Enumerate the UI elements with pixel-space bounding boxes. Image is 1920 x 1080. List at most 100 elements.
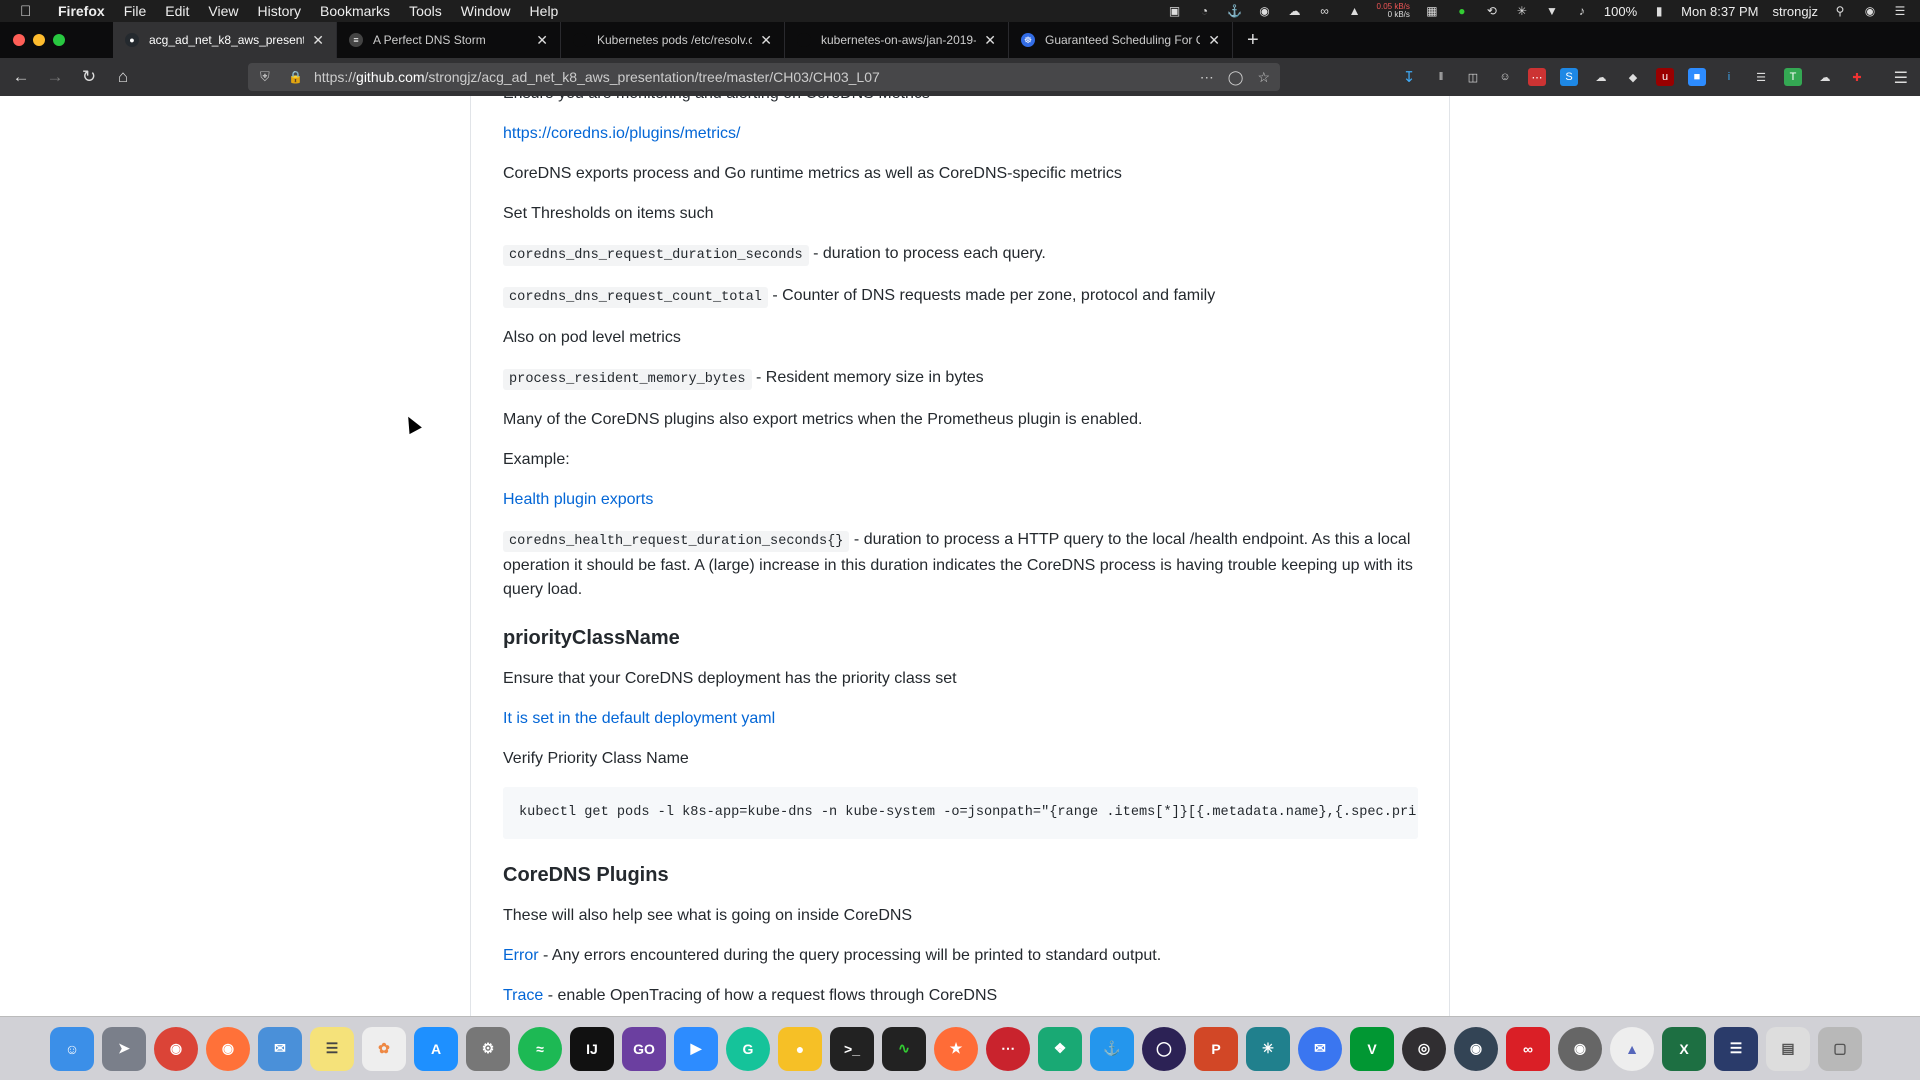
close-tab-icon[interactable]: ✕ (312, 32, 324, 49)
time-machine-icon[interactable]: ⟲ (1484, 4, 1500, 18)
link-coredns-metrics[interactable]: https://coredns.io/plugins/metrics/ (503, 125, 740, 142)
close-tab-icon[interactable]: ✕ (536, 32, 548, 49)
volume-icon[interactable]: ♪ (1574, 4, 1590, 18)
vim-icon[interactable]: V (1350, 1026, 1394, 1071)
menu-history[interactable]: History (257, 3, 301, 19)
photos-icon[interactable]: ✿ (362, 1026, 406, 1071)
minimize-window-button[interactable] (33, 34, 45, 46)
menubar-clock[interactable]: Mon 8:37 PM (1681, 4, 1758, 19)
close-window-button[interactable] (13, 34, 25, 46)
cat-icon[interactable]: ▲ (1347, 4, 1363, 18)
tracking-protection-icon[interactable]: ⛨ (260, 69, 276, 85)
glasses-icon[interactable]: ∞ (1317, 4, 1333, 18)
tab-perfect-dns-storm[interactable]: ≡ A Perfect DNS Storm ✕ (337, 22, 561, 58)
tab-guaranteed-scheduling[interactable]: ☸ Guaranteed Scheduling For Cri ✕ (1009, 22, 1233, 58)
skype-extension-icon[interactable]: S (1560, 68, 1578, 86)
chrome-icon[interactable]: ◉ (154, 1026, 198, 1071)
omnifocus-icon[interactable]: ⋯ (986, 1026, 1030, 1071)
screenflow-icon[interactable]: ☰ (1714, 1026, 1758, 1071)
downloads-stack-icon[interactable]: ▤ (1766, 1026, 1810, 1071)
firefox-icon[interactable]: ◉ (206, 1026, 250, 1071)
menu-help[interactable]: Help (530, 3, 559, 19)
menu-view[interactable]: View (208, 3, 238, 19)
activity-monitor-icon[interactable]: ∿ (882, 1026, 926, 1071)
link-default-deployment[interactable]: It is set in the default deployment yaml (503, 710, 775, 727)
postman-icon[interactable]: ★ (934, 1026, 978, 1071)
plus-extension-icon[interactable]: ✚ (1848, 68, 1866, 86)
bookmark-star-icon[interactable]: ☆ (1257, 69, 1270, 86)
account-icon[interactable]: ☺ (1496, 68, 1514, 86)
new-tab-button[interactable]: + (1247, 29, 1259, 52)
columns-extension-icon[interactable]: ☰ (1752, 68, 1770, 86)
zoom-extension-icon[interactable]: ■ (1688, 68, 1706, 86)
pixelmator-icon[interactable]: ◉ (1558, 1026, 1602, 1071)
link-trace-plugin[interactable]: Trace (503, 987, 543, 1004)
green-dot-icon[interactable]: ● (1454, 4, 1470, 18)
close-tab-icon[interactable]: ✕ (760, 32, 772, 49)
trash-icon[interactable]: ▢ (1818, 1026, 1862, 1071)
forward-button[interactable]: → (38, 62, 72, 92)
cloud-extension-icon[interactable]: ☁ (1816, 68, 1834, 86)
battery-percent[interactable]: 100% (1604, 4, 1637, 19)
goland-icon[interactable]: GO (622, 1026, 666, 1071)
spotlight-search-icon[interactable]: ⚲ (1832, 4, 1848, 18)
obs-icon[interactable]: ◎ (1402, 1026, 1446, 1071)
menu-tools[interactable]: Tools (409, 3, 442, 19)
code-block-kubectl[interactable]: kubectl get pods -l k8s-app=kube-dns -n … (503, 787, 1418, 839)
lock-icon[interactable]: 🔒 (288, 70, 303, 84)
eclipse-icon[interactable]: ◯ (1142, 1026, 1186, 1071)
hamburger-menu-icon[interactable]: ☰ (1894, 68, 1908, 88)
clock-app-icon[interactable]: ◔ (1197, 4, 1213, 18)
link-health-plugin[interactable]: Health plugin exports (503, 491, 653, 508)
bluetooth-icon[interactable]: ✳ (1514, 4, 1530, 18)
evernote-icon[interactable]: ◉ (1257, 4, 1273, 18)
back-button[interactable]: ← (4, 62, 38, 92)
proton-vpn-icon[interactable]: ▲ (1610, 1026, 1654, 1071)
signal-icon[interactable]: ✉ (1298, 1026, 1342, 1071)
stats-icon[interactable]: ▦ (1424, 4, 1440, 18)
tunnelblick-icon[interactable]: ◉ (1454, 1026, 1498, 1071)
terminal-icon[interactable]: >_ (830, 1026, 874, 1071)
cloud-icon[interactable]: ☁ (1287, 4, 1303, 18)
library-icon[interactable]: ‖ (1432, 68, 1450, 86)
menu-window[interactable]: Window (461, 3, 511, 19)
tab-github-presentation[interactable]: ● acg_ad_net_k8_aws_presentatio ✕ (113, 22, 337, 58)
pocket-icon[interactable]: ◯ (1228, 69, 1244, 86)
tab-kubernetes-on-aws[interactable]: kubernetes-on-aws/jan-2019-d ✕ (785, 22, 1009, 58)
wifi-icon[interactable]: ▼ (1544, 4, 1560, 18)
link-error-plugin[interactable]: Error (503, 947, 539, 964)
keep-icon[interactable]: ● (778, 1026, 822, 1071)
notes-icon[interactable]: ☰ (310, 1026, 354, 1071)
excel-icon[interactable]: X (1662, 1026, 1706, 1071)
menu-edit[interactable]: Edit (165, 3, 189, 19)
siri-icon[interactable]: ◉ (1862, 4, 1878, 18)
close-tab-icon[interactable]: ✕ (984, 32, 996, 49)
grammarly-icon[interactable]: G (726, 1026, 770, 1071)
apple-icon[interactable]:  (20, 3, 40, 20)
maximize-window-button[interactable] (53, 34, 65, 46)
system-preferences-icon[interactable]: ⚙ (466, 1026, 510, 1071)
docker-icon[interactable]: ⚓ (1090, 1026, 1134, 1071)
sidebar-icon[interactable]: ◫ (1464, 68, 1482, 86)
weather-extension-icon[interactable]: ☁ (1592, 68, 1610, 86)
menu-app-firefox[interactable]: Firefox (58, 3, 105, 19)
mail-icon[interactable]: ✉ (258, 1026, 302, 1071)
spotify-icon[interactable]: ≈ (518, 1026, 562, 1071)
ublock-extension-icon[interactable]: u (1656, 68, 1674, 86)
translate-extension-icon[interactable]: T (1784, 68, 1802, 86)
info-extension-icon[interactable]: i (1720, 68, 1738, 86)
launchpad-icon[interactable]: ➤ (102, 1026, 146, 1071)
puzzle-extension-icon[interactable]: ◆ (1624, 68, 1642, 86)
reload-button[interactable]: ↻ (72, 62, 106, 92)
app-store-icon[interactable]: A (414, 1026, 458, 1071)
perplexity-icon[interactable]: ✳ (1246, 1026, 1290, 1071)
screen-record-icon[interactable]: ▣ (1167, 4, 1183, 18)
close-tab-icon[interactable]: ✕ (1208, 32, 1220, 49)
notification-center-icon[interactable]: ☰ (1892, 4, 1908, 18)
page-actions-icon[interactable]: ⋯ (1200, 69, 1214, 86)
intellij-icon[interactable]: IJ (570, 1026, 614, 1071)
menu-file[interactable]: File (124, 3, 147, 19)
gitkraken-icon[interactable]: ❖ (1038, 1026, 1082, 1071)
menu-bookmarks[interactable]: Bookmarks (320, 3, 390, 19)
menubar-user[interactable]: strongjz (1772, 4, 1818, 19)
